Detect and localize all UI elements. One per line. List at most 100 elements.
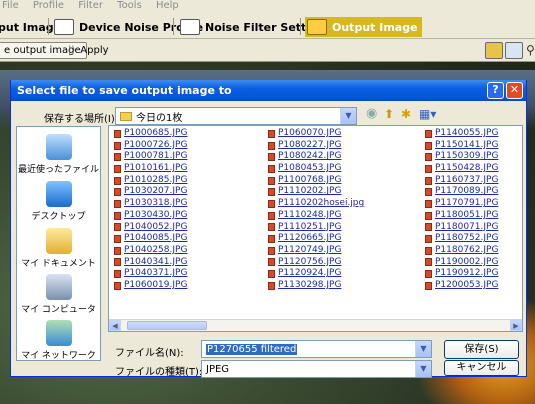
list-item[interactable]: P1180071.JPG [425, 222, 522, 234]
save-in-dropdown[interactable]: 今日の1枚 ▼ [115, 107, 357, 125]
jpeg-file-icon [268, 258, 275, 267]
jpeg-file-icon [268, 211, 275, 220]
list-item[interactable]: P1180051.JPG [425, 210, 522, 222]
file-name: P1110202hosei.jpg [278, 198, 365, 209]
filename-input[interactable]: P1270655 filtered ▼ [201, 340, 432, 358]
list-item[interactable]: P1110202hosei.jpg [268, 198, 428, 210]
menu-tools[interactable]: Tools [117, 0, 142, 11]
list-item[interactable]: P1190002.JPG [425, 257, 522, 269]
menu-filter[interactable]: Filter [78, 0, 103, 11]
places-bar: 最近使ったファイル デスクトップ マイ ドキュメント マイ コンピュータ マイ … [16, 126, 101, 361]
place-desktop[interactable]: デスクトップ [17, 181, 100, 222]
scroll-right-icon[interactable]: ▶ [510, 320, 522, 331]
list-item[interactable]: P1080242.JPG [268, 151, 428, 163]
jpeg-file-icon [114, 153, 121, 162]
jpeg-file-icon [425, 235, 432, 244]
list-item[interactable]: P1030430.JPG [114, 210, 274, 222]
tab-input-image[interactable]: put Image [0, 17, 61, 37]
menu-help[interactable]: Help [156, 0, 179, 11]
new-folder-icon[interactable]: ✱ [401, 107, 411, 123]
place-my-computer[interactable]: マイ コンピュータ [17, 274, 100, 315]
list-item[interactable]: P1060019.JPG [114, 280, 274, 292]
file-name: P1120749.JPG [278, 244, 342, 255]
place-my-network[interactable]: マイ ネットワーク [17, 320, 100, 361]
list-item[interactable]: P1180762.JPG [425, 244, 522, 257]
list-item[interactable]: P1110248.JPG [268, 210, 428, 222]
list-item[interactable]: P1010285.JPG [114, 175, 274, 187]
file-name: P1030207.JPG [124, 186, 188, 197]
save-in-value: 今日の1枚 [136, 112, 183, 124]
list-item[interactable]: P1110202.JPG [268, 186, 428, 198]
list-item[interactable]: P1000781.JPG [114, 151, 274, 163]
list-item[interactable]: P1040258.JPG [114, 245, 274, 257]
jpeg-file-icon [268, 223, 275, 232]
chevron-down-icon: ▼ [415, 341, 431, 357]
place-my-network-label: マイ ネットワーク [21, 351, 96, 361]
list-item[interactable]: P1190912.JPG [425, 268, 522, 280]
list-item[interactable]: P1160737.JPG [425, 175, 522, 187]
list-item[interactable]: P1030318.JPG [114, 198, 274, 210]
list-item[interactable]: P1200053.JPG [425, 280, 522, 292]
menu-profile[interactable]: Profile [33, 0, 64, 11]
list-item[interactable]: P1010161.JPG [114, 163, 274, 175]
zoom-icon[interactable]: ⚲ [525, 42, 535, 59]
compare-view-icon[interactable] [485, 42, 503, 59]
save-button[interactable]: 保存(S) [444, 340, 519, 359]
jpeg-file-icon [114, 188, 121, 197]
filetype-dropdown[interactable]: JPEG ▼ [201, 360, 432, 378]
jpeg-file-icon [114, 270, 121, 279]
file-name: P1110248.JPG [278, 209, 342, 220]
list-item[interactable]: P1150428.JPG [425, 163, 522, 175]
folder-icon [120, 111, 132, 121]
file-name: P1180762.JPG [435, 244, 499, 255]
back-icon[interactable]: ◉ [366, 107, 377, 123]
apply-button[interactable]: |⟩ Apply [62, 42, 115, 59]
list-item[interactable]: P1180752.JPG [425, 233, 522, 245]
list-item[interactable]: P1150141.JPG [425, 140, 522, 152]
tab-input-image-label: put Image [0, 20, 62, 34]
list-item[interactable]: P1170791.JPG [425, 198, 522, 210]
view-menu-icon[interactable]: ▦▾ [419, 107, 436, 123]
fit-view-icon[interactable] [505, 42, 523, 59]
jpeg-file-icon [268, 153, 275, 162]
recent-files-icon [45, 134, 72, 160]
scroll-left-icon[interactable]: ◀ [109, 320, 121, 331]
jpeg-file-icon [268, 176, 275, 185]
list-item[interactable]: P1120924.JPG [268, 268, 428, 280]
place-recent[interactable]: 最近使ったファイル [17, 134, 100, 175]
apply-label: Apply [80, 45, 109, 56]
cancel-button[interactable]: キャンセル [444, 360, 519, 376]
list-item[interactable]: P1120665.JPG [268, 233, 428, 245]
list-item[interactable]: P1040341.JPG [114, 257, 274, 269]
scrollbar-thumb[interactable] [127, 321, 207, 330]
list-item[interactable]: P1170089.JPG [425, 186, 522, 198]
list-item[interactable]: P1140055.JPG [425, 128, 522, 140]
jpeg-file-icon [425, 141, 432, 150]
list-item[interactable]: P1080453.JPG [268, 163, 428, 175]
close-button[interactable]: ✕ [506, 82, 523, 99]
list-item[interactable]: P1000726.JPG [114, 140, 274, 152]
list-item[interactable]: P1030207.JPG [114, 186, 274, 198]
list-item[interactable]: P1120756.JPG [268, 257, 428, 269]
list-item[interactable]: P1040371.JPG [114, 268, 274, 280]
list-item[interactable]: P1040085.JPG [114, 233, 274, 245]
list-item[interactable]: P1120749.JPG [268, 245, 428, 257]
place-desktop-label: デスクトップ [31, 212, 86, 222]
tab-output-image[interactable]: Output Image [305, 17, 422, 37]
up-folder-icon[interactable]: ⬆ [384, 107, 394, 123]
list-item[interactable]: P1000685.JPG [114, 128, 274, 140]
menu-file[interactable]: File [2, 0, 19, 11]
place-my-documents[interactable]: マイ ドキュメント [17, 228, 100, 269]
jpeg-file-icon [268, 164, 275, 173]
list-item[interactable]: P1060070.JPG [268, 128, 428, 140]
place-my-documents-label: マイ ドキュメント [21, 259, 96, 269]
list-item[interactable]: P1150309.JPG [425, 151, 522, 163]
jpeg-file-icon [114, 258, 121, 267]
list-item[interactable]: P1100768.JPG [268, 175, 428, 187]
horizontal-scrollbar[interactable]: ◀ ▶ [109, 319, 522, 331]
list-item[interactable]: P1130298.JPG [268, 280, 428, 292]
list-item[interactable]: P1080227.JPG [268, 140, 428, 152]
list-item[interactable]: P1110251.JPG [268, 222, 428, 234]
help-button[interactable]: ? [487, 82, 504, 99]
list-item[interactable]: P1040052.JPG [114, 222, 274, 234]
